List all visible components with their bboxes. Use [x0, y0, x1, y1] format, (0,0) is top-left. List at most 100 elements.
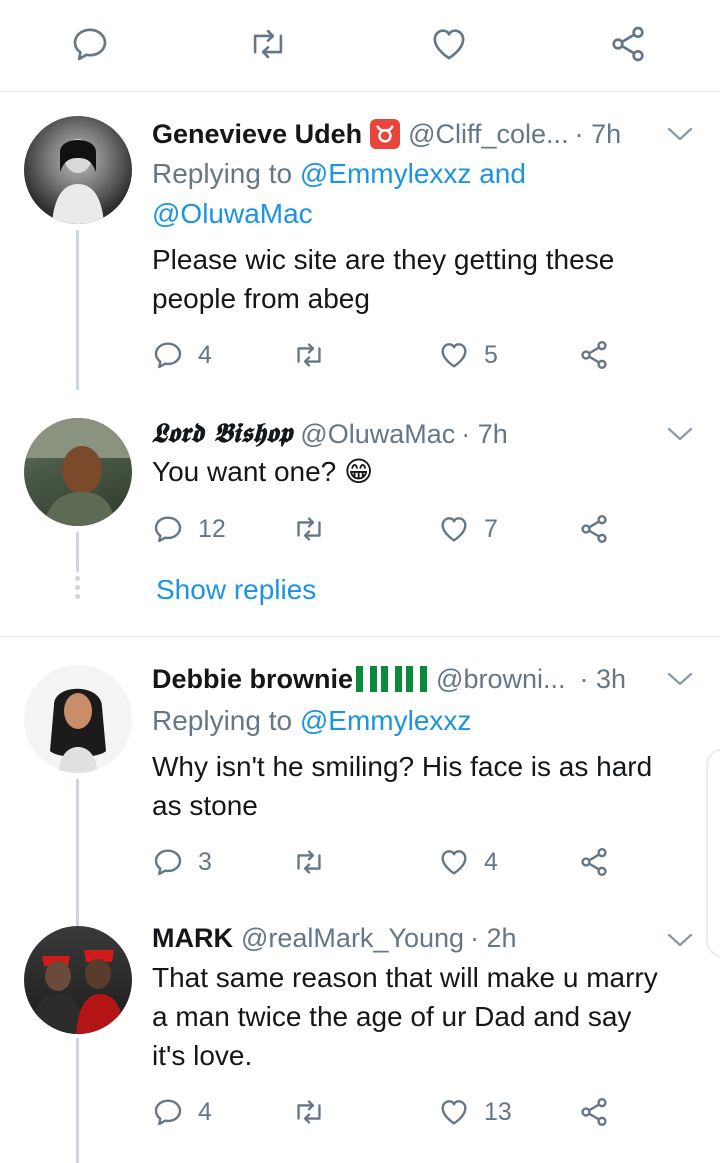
reply-button[interactable]: 4 [152, 1092, 212, 1132]
nigeria-flag-icon [356, 666, 378, 692]
like-icon [441, 517, 467, 542]
avatar[interactable] [24, 116, 132, 224]
retweet-icon[interactable] [246, 22, 290, 66]
like-icon [441, 850, 467, 875]
thread-dots [73, 576, 82, 603]
tweet-header: 𝕷𝖔𝖗𝖉 𝕭𝖎𝖘𝖍𝖔𝖕 @OluwaMac · 7h [152, 414, 660, 454]
tweet-actions: 12 7 [152, 509, 632, 549]
tweet-actions: 4 5 [152, 335, 632, 375]
nigeria-flag-icon [381, 666, 403, 692]
display-name[interactable]: MARK [152, 923, 233, 954]
timestamp[interactable]: · 3h [579, 664, 626, 695]
retweet-button[interactable] [292, 509, 326, 549]
share-button[interactable] [578, 1092, 610, 1132]
share-button[interactable] [578, 509, 610, 549]
tweet-header: Genevieve Udeh @Cliff_cole... · 7h [152, 114, 660, 154]
replying-to: Replying to @Emmylexxz and @OluwaMac [152, 154, 592, 234]
like-icon [441, 1100, 467, 1125]
chevron-down-icon[interactable] [666, 424, 694, 444]
timestamp[interactable]: · 2h [470, 923, 517, 954]
timestamp[interactable]: · 7h [575, 119, 622, 150]
retweet-button[interactable] [292, 842, 326, 882]
thread-line [76, 230, 79, 390]
top-action-bar [0, 0, 720, 92]
thread-line [76, 532, 79, 572]
tweet-actions: 3 4 [152, 842, 632, 882]
retweet-icon [297, 517, 321, 541]
like-button[interactable]: 13 [438, 1092, 512, 1132]
share-icon [581, 848, 607, 876]
tweet-genevieve[interactable]: Genevieve Udeh @Cliff_cole... · 7h Reply… [0, 92, 720, 390]
tweet-lord-bishop[interactable]: 𝕷𝖔𝖗𝖉 𝕭𝖎𝖘𝖍𝖔𝖕 @OluwaMac · 7h You want one?… [0, 394, 720, 634]
tweet-actions: 4 13 [152, 1092, 632, 1132]
tweet-debbie[interactable]: Debbie brownie @browni... · 3h Replying … [0, 637, 720, 927]
like-button[interactable]: 7 [438, 509, 498, 549]
timestamp[interactable]: · 7h [461, 419, 508, 450]
handle[interactable]: @browni... [436, 664, 565, 695]
chevron-down-icon[interactable] [666, 124, 694, 144]
retweet-button[interactable] [292, 335, 326, 375]
share-icon[interactable] [606, 22, 650, 66]
tweet-mark[interactable]: MARK @realMark_Young · 2h That same reas… [0, 904, 720, 1163]
like-count: 7 [484, 514, 498, 543]
share-button[interactable] [578, 335, 610, 375]
display-name[interactable]: Debbie brownie [152, 664, 353, 695]
reply-count: 3 [198, 847, 212, 876]
share-icon [581, 515, 607, 543]
tweet-text: That same reason that will make u marry … [152, 958, 692, 1075]
reply-count: 4 [198, 340, 212, 369]
taurus-emoji-icon [370, 119, 401, 149]
mention-link[interactable]: @Emmylexxz and [300, 158, 526, 189]
reply-button[interactable]: 3 [152, 842, 212, 882]
chevron-down-icon[interactable] [666, 669, 694, 689]
avatar[interactable] [24, 665, 132, 773]
nigeria-flag-icon [406, 666, 428, 692]
reply-icon [154, 516, 182, 543]
like-count: 13 [484, 1097, 512, 1126]
retweet-icon [297, 343, 321, 367]
handle[interactable]: @Cliff_cole... [408, 119, 568, 150]
tweet-text-line: Why isn't he smiling? His face is as har… [152, 751, 653, 782]
reply-icon [154, 342, 182, 369]
reply-button[interactable]: 4 [152, 335, 212, 375]
avatar[interactable] [24, 926, 132, 1034]
show-replies-link[interactable]: Show replies [156, 574, 316, 606]
tweet-text-line: Please wic site are they getting these [152, 244, 615, 275]
handle[interactable]: @realMark_Young [241, 923, 464, 954]
reply-button[interactable]: 12 [152, 509, 226, 549]
chevron-down-icon[interactable] [666, 930, 694, 950]
share-icon [581, 1098, 607, 1126]
display-name[interactable]: Genevieve Udeh [152, 119, 362, 150]
replying-prefix: Replying to [152, 705, 300, 736]
avatar[interactable] [24, 418, 132, 526]
share-button[interactable] [578, 842, 610, 882]
tweet-text-line: it's love. [152, 1040, 253, 1071]
like-button[interactable]: 5 [438, 335, 498, 375]
like-button[interactable]: 4 [438, 842, 498, 882]
tweet-text: You want one? 😁 [152, 452, 692, 491]
reply-icon [154, 1099, 182, 1126]
tweet-header: Debbie brownie @browni... · 3h [152, 659, 660, 699]
tweet-text: Please wic site are they getting these p… [152, 240, 692, 318]
reply-count: 4 [198, 1097, 212, 1126]
mention-link[interactable]: @Emmylexxz [300, 705, 472, 736]
handle[interactable]: @OluwaMac [300, 419, 455, 450]
retweet-icon [297, 850, 321, 874]
tweet-text-line: That same reason that will make u marry [152, 962, 658, 993]
tweet-text-line: as stone [152, 790, 258, 821]
replying-to: Replying to @Emmylexxz [152, 701, 592, 741]
mention-link[interactable]: @OluwaMac [152, 198, 313, 229]
reply-icon[interactable] [68, 22, 112, 66]
tweet-text: Why isn't he smiling? His face is as har… [152, 747, 692, 825]
scroll-edge-handle[interactable] [706, 748, 720, 958]
reply-icon [154, 849, 182, 876]
like-icon[interactable] [427, 22, 471, 66]
tweet-header: MARK @realMark_Young · 2h [152, 918, 660, 958]
thread-line [76, 1038, 79, 1163]
display-name[interactable]: 𝕷𝖔𝖗𝖉 𝕭𝖎𝖘𝖍𝖔𝖕 [152, 418, 292, 450]
tweet-text-line: people from abeg [152, 283, 370, 314]
tweet-text-line: a man twice the age of ur Dad and say [152, 1001, 632, 1032]
like-count: 4 [484, 847, 498, 876]
retweet-button[interactable] [292, 1092, 326, 1132]
like-count: 5 [484, 340, 498, 369]
